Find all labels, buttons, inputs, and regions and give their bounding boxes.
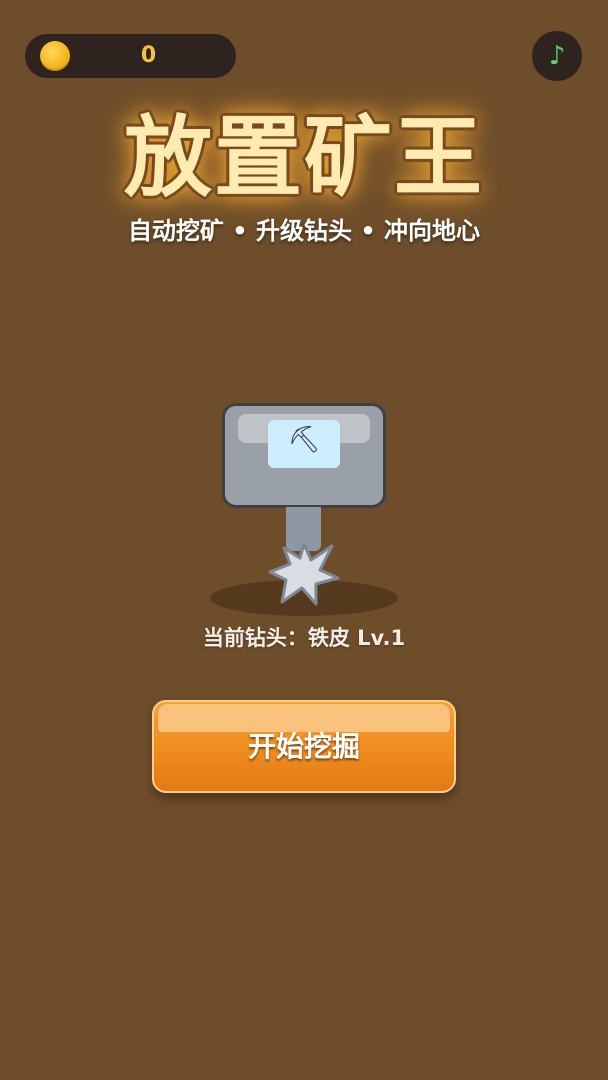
start-digging-button[interactable]: 开始挖掘 xyxy=(152,700,456,793)
drill-body: ⛏ xyxy=(222,403,386,508)
drill-bit-icon xyxy=(268,542,340,606)
coin-count: 0 xyxy=(140,43,157,68)
game-title: 放置矿王 xyxy=(123,106,484,209)
current-drill-label: 当前钻头：铁皮 Lv.1 xyxy=(202,626,406,650)
drill-window: ⛏ xyxy=(268,420,340,468)
drill-shadow xyxy=(210,580,398,616)
drill-shaft xyxy=(286,507,321,551)
start-button-label: 开始挖掘 xyxy=(247,730,360,763)
coin-counter: 0 xyxy=(25,34,236,78)
drill-highlight xyxy=(238,414,370,443)
music-toggle-button[interactable]: ♪ xyxy=(532,31,582,81)
music-note-icon: ♪ xyxy=(548,41,566,71)
pickaxe-icon: ⛏ xyxy=(287,425,321,455)
game-subtitle: 自动挖矿 • 升级钻头 • 冲向地心 xyxy=(127,217,481,245)
